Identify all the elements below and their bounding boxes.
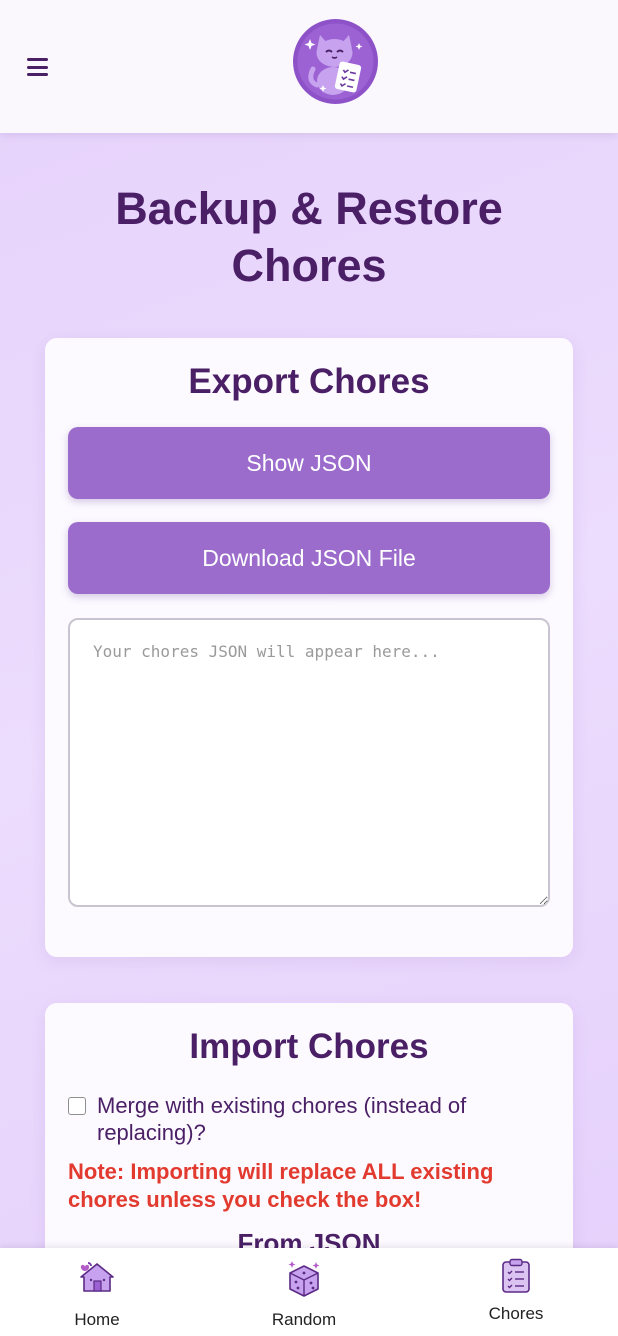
- import-chores-heading: Import Chores: [189, 1027, 429, 1066]
- page-title-line-2: Chores: [231, 240, 387, 291]
- top-app-bar: [0, 0, 618, 133]
- merge-checkbox-label[interactable]: Merge with existing chores (instead of r…: [97, 1092, 538, 1146]
- nav-item-random[interactable]: Random: [244, 1248, 364, 1336]
- export-chores-card: Export Chores Show JSON Download JSON Fi…: [45, 338, 573, 957]
- page-title-line-1: Backup & Restore: [115, 183, 503, 234]
- clipboard-icon: [502, 1258, 530, 1293]
- nav-label-home: Home: [74, 1310, 120, 1329]
- house-icon: [80, 1262, 114, 1292]
- page-title: Backup & Restore Chores: [0, 180, 618, 294]
- export-chores-heading: Export Chores: [188, 362, 430, 401]
- nav-label-random: Random: [271, 1310, 337, 1329]
- hamburger-menu-icon[interactable]: [27, 58, 48, 76]
- nav-item-home[interactable]: Home: [37, 1248, 157, 1336]
- dice-icon: [288, 1261, 320, 1297]
- download-json-file-button[interactable]: Download JSON File: [68, 522, 550, 594]
- merge-option-row[interactable]: Merge with existing chores (instead of r…: [68, 1092, 538, 1146]
- bottom-navigation: Home Random Chores: [0, 1248, 618, 1336]
- nav-label-chores: Chores: [488, 1304, 544, 1323]
- show-json-button[interactable]: Show JSON: [68, 427, 550, 499]
- cat-logo-icon[interactable]: [293, 19, 378, 104]
- merge-checkbox[interactable]: [68, 1097, 86, 1115]
- import-warning-note: Note: Importing will replace ALL existin…: [68, 1159, 494, 1212]
- export-json-textarea[interactable]: [68, 618, 550, 907]
- nav-item-chores[interactable]: Chores: [456, 1248, 576, 1336]
